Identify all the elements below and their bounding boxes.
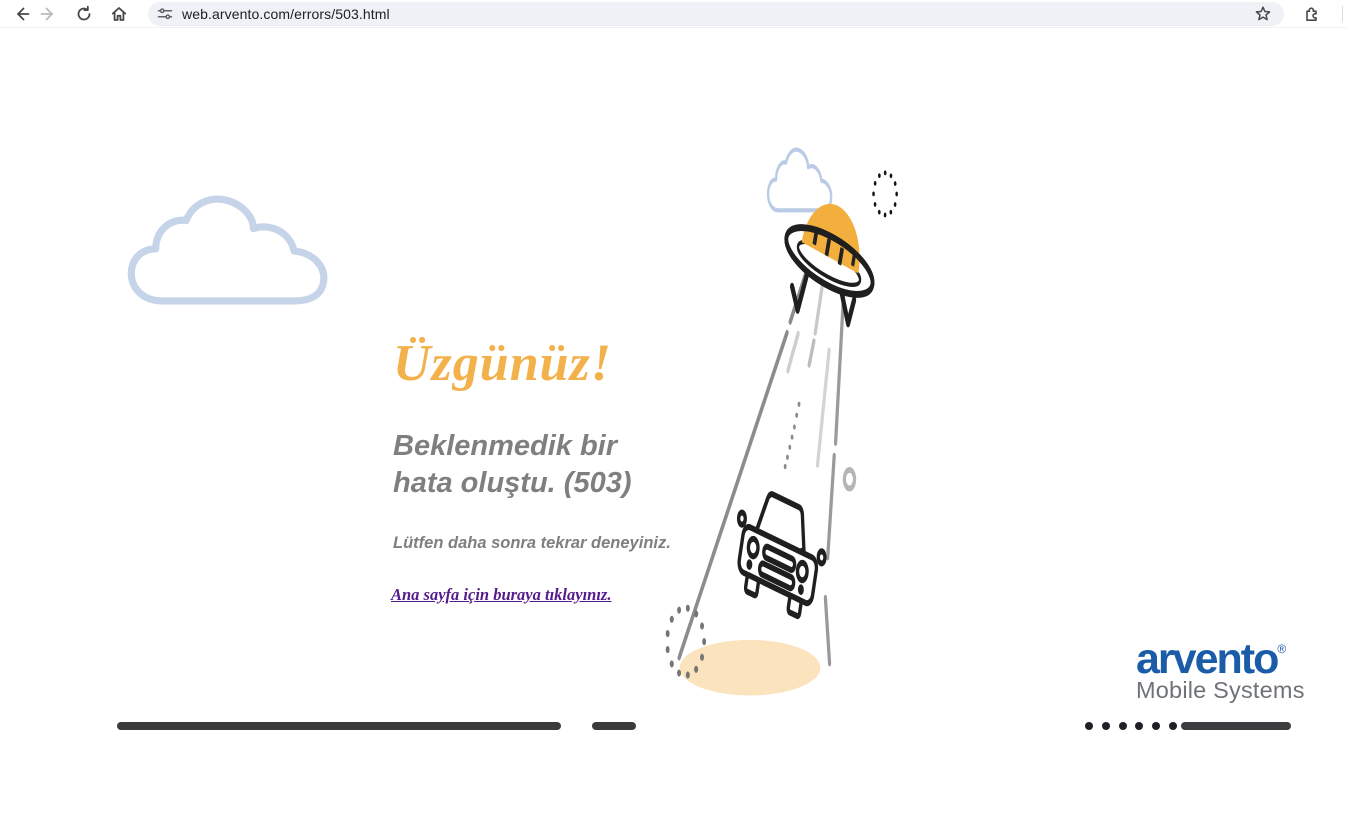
logo-brand-text: arvento: [1136, 635, 1277, 683]
landing-shadow: [680, 640, 821, 696]
error-message: Beklenmedik bir hata oluştu. (503): [393, 428, 648, 502]
site-settings-tune-icon[interactable]: [157, 6, 173, 22]
decor-line-long: [117, 722, 561, 730]
star-icon[interactable]: [1254, 5, 1272, 23]
ufo-illustration: [650, 130, 1210, 820]
reload-icon[interactable]: [75, 5, 93, 23]
arvento-logo: arvento® Mobile Systems: [1136, 640, 1306, 702]
url-bar[interactable]: web.arvento.com/errors/503.html: [148, 2, 1284, 26]
home-page-link[interactable]: Ana sayfa için buraya tıklayınız.: [391, 585, 611, 605]
registered-mark: ®: [1277, 642, 1286, 656]
light-beam: [679, 276, 844, 664]
decor-line-short: [592, 722, 636, 730]
url-text[interactable]: web.arvento.com/errors/503.html: [182, 6, 390, 22]
page: web.arvento.com/errors/503.html Üzgünüz!…: [0, 0, 1347, 821]
forward-arrow-icon[interactable]: [39, 5, 57, 23]
toolbar-separator: [1342, 6, 1343, 22]
decor-dot-row: [1085, 722, 1177, 730]
logo-tagline: Mobile Systems: [1136, 678, 1306, 702]
home-icon[interactable]: [110, 5, 128, 23]
car-icon: [729, 480, 830, 624]
cloud-icon: [124, 192, 336, 308]
small-cloud-icon: [768, 150, 831, 211]
error-title: Üzgünüz!: [393, 334, 612, 393]
decor-line-right: [1181, 722, 1291, 730]
back-arrow-icon[interactable]: [13, 5, 31, 23]
error-hint: Lütfen daha sonra tekrar deneyiniz.: [393, 534, 671, 553]
gray-ring-icon: [844, 470, 854, 489]
dotted-circle-black: [874, 173, 897, 215]
beam-dots: [784, 402, 801, 469]
browser-toolbar: web.arvento.com/errors/503.html: [0, 0, 1347, 28]
puzzle-icon[interactable]: [1302, 5, 1320, 23]
